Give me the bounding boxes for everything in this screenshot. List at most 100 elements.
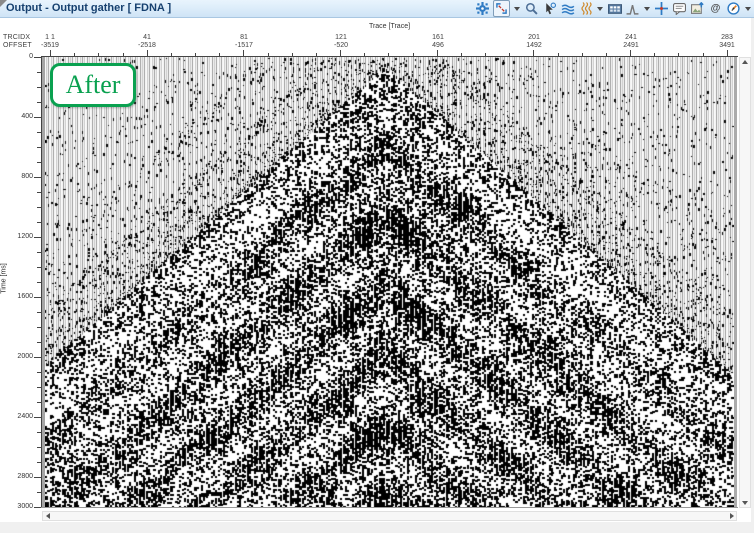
offset-value: -2518: [115, 42, 179, 49]
x-major-tick: [147, 50, 148, 57]
comment-icon[interactable]: [672, 1, 687, 16]
x-major-tick: [630, 50, 631, 57]
dropdown-caret-icon[interactable]: [597, 7, 603, 11]
x-major-tick: [243, 50, 244, 57]
y-minor-tick: [37, 402, 41, 403]
peak-gain-icon[interactable]: [625, 1, 640, 16]
y-minor-tick: [37, 162, 41, 163]
y-major-tick: [34, 297, 41, 298]
trcidx-value: 41: [115, 34, 179, 41]
y-tick-label: 2400: [7, 413, 33, 420]
trcidx-value: 1 1: [18, 34, 82, 41]
plot-bottom-line: [41, 507, 738, 508]
y-minor-tick: [37, 192, 41, 193]
trcidx-value: 283: [695, 34, 754, 41]
y-minor-tick: [37, 207, 41, 208]
y-major-tick: [34, 507, 41, 508]
trcidx-value: 121: [309, 34, 373, 41]
offset-value: 3491: [695, 42, 754, 49]
offset-value: 2491: [599, 42, 663, 49]
waves-view-icon[interactable]: [560, 1, 575, 16]
pane-title: Output - Output gather [ FDNA ]: [6, 2, 171, 14]
y-major-tick: [34, 177, 41, 178]
export-image-icon[interactable]: [690, 1, 705, 16]
y-minor-tick: [37, 72, 41, 73]
dropdown-caret-icon[interactable]: [745, 7, 751, 11]
y-major-tick: [34, 357, 41, 358]
y-major-tick: [34, 117, 41, 118]
trcidx-value: 81: [212, 34, 276, 41]
offset-value: -3519: [18, 42, 82, 49]
x-major-tick: [437, 50, 438, 57]
y-minor-tick: [37, 102, 41, 103]
y-minor-tick: [37, 432, 41, 433]
wiggle-display-icon[interactable]: [578, 1, 593, 16]
scroll-down-button[interactable]: [741, 499, 750, 507]
y-minor-tick: [37, 222, 41, 223]
toolbar: @: [475, 0, 752, 17]
y-major-tick: [34, 417, 41, 418]
trcidx-value: 241: [599, 34, 663, 41]
seismic-section-canvas[interactable]: [45, 57, 734, 507]
application-window: Output - Output gather [ FDNA ] @ Trace …: [0, 0, 754, 533]
window-footer: [0, 522, 754, 533]
after-annotation-badge: After: [50, 63, 136, 107]
trcidx-value: 161: [406, 34, 470, 41]
search-at-icon[interactable]: @: [708, 1, 723, 16]
y-minor-tick: [37, 252, 41, 253]
y-tick-label: 3000: [7, 503, 33, 510]
offset-value: -1517: [212, 42, 276, 49]
scroll-left-icon: [46, 513, 50, 519]
compass-timer-icon[interactable]: [726, 1, 741, 16]
scroll-right-button[interactable]: [727, 512, 736, 520]
crosshair-icon[interactable]: [654, 1, 669, 16]
x-axis-title: Trace [Trace]: [42, 23, 737, 30]
dropdown-caret-icon[interactable]: [514, 7, 520, 11]
trcidx-value: 201: [502, 34, 566, 41]
y-minor-tick: [37, 342, 41, 343]
settings-gear-icon[interactable]: [475, 1, 490, 16]
horizontal-scrollbar[interactable]: [42, 511, 737, 521]
fit-window-icon[interactable]: [493, 0, 510, 17]
offset-value: 496: [406, 42, 470, 49]
y-minor-tick: [37, 447, 41, 448]
film-strip-icon[interactable]: [607, 1, 622, 16]
y-minor-tick: [37, 132, 41, 133]
y-minor-tick: [37, 327, 41, 328]
y-minor-tick: [37, 312, 41, 313]
y-tick-label: 1200: [7, 233, 33, 240]
pane-titlebar[interactable]: Output - Output gather [ FDNA ] @: [0, 0, 754, 18]
y-tick-label: 0: [7, 53, 33, 60]
scroll-up-icon: [742, 60, 748, 64]
scroll-left-button[interactable]: [43, 512, 52, 520]
scroll-up-button[interactable]: [741, 58, 750, 66]
y-minor-tick: [37, 372, 41, 373]
y-minor-tick: [37, 462, 41, 463]
x-major-tick: [533, 50, 534, 57]
vertical-scrollbar[interactable]: [739, 57, 751, 508]
offset-value: -520: [309, 42, 373, 49]
y-tick-label: 400: [7, 113, 33, 120]
x-major-tick: [340, 50, 341, 57]
y-tick-label: 2800: [7, 473, 33, 480]
y-minor-tick: [37, 87, 41, 88]
y-tick-label: 2000: [7, 353, 33, 360]
seismic-plot-viewport[interactable]: [42, 57, 737, 507]
zoom-icon[interactable]: [524, 1, 539, 16]
y-minor-tick: [37, 492, 41, 493]
y-axis-title: Time [ms]: [1, 254, 8, 304]
scroll-down-icon: [742, 501, 748, 505]
y-minor-tick: [37, 387, 41, 388]
x-major-tick: [50, 50, 51, 57]
y-major-tick: [34, 477, 41, 478]
y-tick-label: 1600: [7, 293, 33, 300]
x-major-tick: [727, 50, 728, 57]
y-major-tick: [34, 57, 41, 58]
scroll-right-icon: [730, 513, 734, 519]
y-tick-label: 800: [7, 173, 33, 180]
y-minor-tick: [37, 267, 41, 268]
pick-cursor-icon[interactable]: [542, 1, 557, 16]
offset-value: 1492: [502, 42, 566, 49]
y-minor-tick: [37, 147, 41, 148]
dropdown-caret-icon[interactable]: [644, 7, 650, 11]
